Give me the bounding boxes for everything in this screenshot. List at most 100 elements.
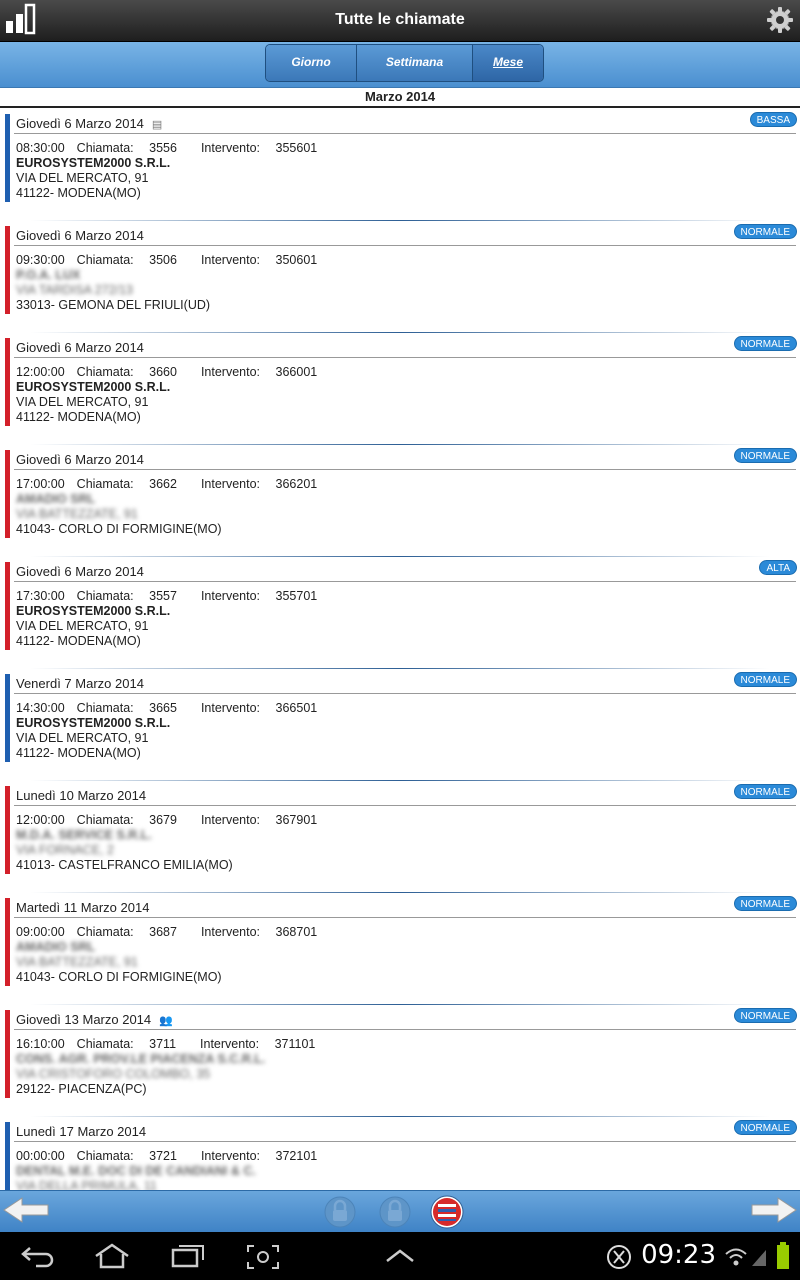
screenshot-icon[interactable] — [246, 1244, 280, 1270]
company-name: EUROSYSTEM2000 S.R.L. — [16, 156, 171, 170]
call-list-item[interactable]: Giovedì 6 Marzo 2014 NORMALE 17:00:00 Chiam… — [0, 446, 800, 558]
divider — [14, 357, 796, 358]
chiamata-field: Chiamata: 3662 — [76, 477, 177, 491]
call-list-item[interactable]: Martedì 11 Marzo 2014 NORMALE 09:00:00 Chia… — [0, 894, 800, 1006]
call-time: 16:10:00 — [16, 1037, 65, 1051]
intervento-field: Intervento: 371101 — [200, 1037, 316, 1051]
divider — [14, 693, 796, 694]
company-address: VIA DEL MERCATO, 91 — [16, 171, 149, 185]
call-list-item[interactable]: Giovedì 6 Marzo 2014 NORMALE 12:00:00 Chiam… — [0, 334, 800, 446]
chiamata-field: Chiamata: 3711 — [76, 1037, 177, 1051]
intervento-field: Intervento: 367901 — [200, 813, 318, 827]
arrow-left-icon[interactable] — [2, 1195, 50, 1225]
call-time: 00:00:00 — [16, 1149, 65, 1163]
tab-settimana[interactable]: Settimana — [357, 45, 473, 81]
company-address: VIA DEL MERCATO, 91 — [16, 395, 149, 409]
call-list-item[interactable]: Giovedì 13 Marzo 2014 👥 NORMALE 16:10:00 Chi… — [0, 1006, 800, 1118]
priority-color-bar — [5, 450, 10, 538]
wifi-icon — [725, 1248, 747, 1266]
company-city: 41122- MODENA(MO) — [16, 634, 141, 648]
priority-color-bar — [5, 114, 10, 202]
company-name: M.D.A. SERVICE S.R.L. — [16, 828, 152, 842]
priority-color-bar — [5, 338, 10, 426]
company-name: EUROSYSTEM2000 S.R.L. — [16, 380, 171, 394]
company-city: 41122- MODENA(MO) — [16, 410, 141, 424]
company-city: 33013- GEMONA DEL FRIULI(UD) — [16, 298, 211, 312]
gear-icon[interactable] — [766, 6, 794, 34]
company-address: VIA TARDISA 272/13 — [16, 283, 133, 297]
note-icon: ▤ — [151, 119, 163, 131]
priority-color-bar — [5, 786, 10, 874]
period-navbar: Giorno Settimana Mese — [0, 42, 800, 88]
accessibility-icon — [607, 1245, 631, 1269]
company-name: DENTAL M.E. DOC DI DE CANDIANI & C. — [16, 1164, 256, 1178]
priority-badge: NORMALE — [733, 784, 797, 799]
call-info: 08:30:00 Chiamata: 3556 Intervento: 355601 — [16, 141, 341, 155]
call-date: Martedì 11 Marzo 2014 — [16, 900, 150, 915]
call-list-item[interactable]: Venerdì 7 Marzo 2014 NORMALE 14:30:00 Chiam… — [0, 670, 800, 782]
lock-icon[interactable] — [323, 1195, 357, 1229]
tab-mese[interactable]: Mese — [473, 45, 543, 81]
priority-color-bar — [5, 1010, 10, 1098]
intervento-field: Intervento: 372101 — [200, 1149, 318, 1163]
call-info: 00:00:00 Chiamata: 3721 Intervento: 372101 — [16, 1149, 341, 1163]
call-time: 09:30:00 — [16, 253, 65, 267]
company-city: 41122- MODENA(MO) — [16, 186, 141, 200]
back-icon[interactable] — [20, 1244, 56, 1268]
call-list-item[interactable]: Giovedì 6 Marzo 2014 ALTA 17:30:00 Chiamata… — [0, 558, 800, 670]
priority-badge: NORMALE — [733, 224, 797, 239]
priority-color-bar — [5, 674, 10, 762]
tab-giorno[interactable]: Giorno — [266, 45, 357, 81]
status-clock: 09:23 — [641, 1240, 716, 1270]
priority-color-bar — [5, 1122, 10, 1190]
period-segmented-control: Giorno Settimana Mese — [265, 44, 544, 82]
call-info: 16:10:00 Chiamata: 3711 Intervento: 371101 — [16, 1037, 339, 1051]
call-list-item[interactable]: Lunedì 17 Marzo 2014 NORMALE 00:00:00 Chiam… — [0, 1118, 800, 1190]
call-time: 09:00:00 — [16, 925, 65, 939]
call-date: Giovedì 6 Marzo 2014 — [16, 452, 144, 467]
people-icon: 👥 — [159, 1015, 173, 1027]
call-date: Venerdì 7 Marzo 2014 — [16, 676, 144, 691]
company-name: EUROSYSTEM2000 S.R.L. — [16, 604, 171, 618]
priority-badge: NORMALE — [733, 336, 797, 351]
arrow-right-icon[interactable] — [750, 1195, 798, 1225]
system-nav-bar: 09:23 — [0, 1232, 800, 1280]
calls-list[interactable]: Giovedì 6 Marzo 2014 ▤ BASSA 08:30:00 Chiama… — [0, 110, 800, 1190]
divider — [14, 581, 796, 582]
call-date: Lunedì 17 Marzo 2014 — [16, 1124, 147, 1139]
chevron-up-icon[interactable] — [384, 1248, 416, 1264]
call-list-item[interactable]: Lunedì 10 Marzo 2014 NORMALE 12:00:00 Chiam… — [0, 782, 800, 894]
priority-color-bar — [5, 226, 10, 314]
priority-badge: NORMALE — [733, 1120, 797, 1135]
divider — [14, 133, 796, 134]
call-time: 17:30:00 — [16, 589, 65, 603]
chiamata-field: Chiamata: 3506 — [76, 253, 177, 267]
call-list-item[interactable]: Giovedì 6 Marzo 2014 ▤ BASSA 08:30:00 Chiama… — [0, 110, 800, 222]
home-icon[interactable] — [92, 1242, 132, 1270]
priority-badge: NORMALE — [733, 672, 797, 687]
call-list-item[interactable]: Giovedì 6 Marzo 2014 NORMALE 09:30:00 Chiam… — [0, 222, 800, 334]
call-info: 12:00:00 Chiamata: 3660 Intervento: 366001 — [16, 365, 341, 379]
company-name: P.O.A. LUX — [16, 268, 81, 282]
company-address: VIA DEL MERCATO, 91 — [16, 731, 149, 745]
battery-icon — [777, 1242, 789, 1269]
month-header: Marzo 2014 — [0, 88, 800, 108]
call-time: 12:00:00 — [16, 365, 65, 379]
divider — [14, 245, 796, 246]
call-time: 12:00:00 — [16, 813, 65, 827]
divider — [14, 1141, 796, 1142]
list-view-icon[interactable] — [430, 1195, 464, 1229]
lock-closed-icon[interactable] — [378, 1195, 412, 1229]
chiamata-field: Chiamata: 3679 — [76, 813, 177, 827]
company-address: VIA BATTEZZATE, 91 — [16, 955, 138, 969]
company-address: VIA DEL MERCATO, 91 — [16, 619, 149, 633]
call-date: Giovedì 6 Marzo 2014 — [16, 340, 144, 355]
chiamata-field: Chiamata: 3556 — [76, 141, 177, 155]
intervento-field: Intervento: 355601 — [200, 141, 318, 155]
bottom-toolbar — [0, 1190, 800, 1232]
signal-icon — [752, 1250, 766, 1266]
intervento-field: Intervento: 366501 — [200, 701, 318, 715]
priority-badge: ALTA — [759, 560, 797, 575]
call-time: 14:30:00 — [16, 701, 65, 715]
recent-apps-icon[interactable] — [170, 1244, 206, 1268]
